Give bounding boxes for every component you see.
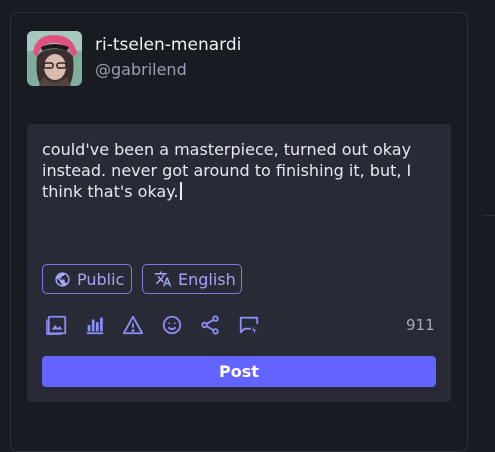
translate-icon bbox=[154, 270, 172, 288]
language-label: English bbox=[178, 269, 236, 289]
poll-chart-icon bbox=[84, 314, 106, 336]
content-warning-button[interactable] bbox=[122, 314, 144, 336]
post-text: could've been a masterpiece, turned out … bbox=[42, 140, 417, 201]
post-button[interactable]: Post bbox=[42, 356, 436, 387]
post-text-area[interactable]: could've been a masterpiece, turned out … bbox=[42, 139, 442, 202]
adjacent-column bbox=[470, 0, 495, 437]
character-counter: 911 bbox=[406, 316, 435, 334]
text-caret bbox=[179, 182, 182, 200]
language-button[interactable]: English bbox=[142, 264, 242, 294]
divider bbox=[483, 215, 495, 216]
add-poll-button[interactable] bbox=[84, 314, 106, 336]
share-icon bbox=[199, 314, 221, 336]
visibility-button[interactable]: Public bbox=[42, 264, 132, 294]
smiley-icon bbox=[161, 314, 183, 336]
add-media-button[interactable] bbox=[46, 314, 68, 336]
avatar[interactable] bbox=[27, 31, 82, 86]
visibility-label: Public bbox=[77, 269, 125, 289]
user-handle: @gabrilend bbox=[95, 60, 187, 79]
display-name: ri-tselen-menardi bbox=[95, 35, 242, 55]
image-icon bbox=[46, 314, 68, 336]
share-button[interactable] bbox=[199, 314, 221, 336]
comment-flash-icon bbox=[238, 314, 260, 336]
emoji-button[interactable] bbox=[161, 314, 183, 336]
quote-post-button[interactable] bbox=[238, 314, 260, 336]
warning-icon bbox=[122, 314, 144, 336]
globe-icon bbox=[54, 271, 71, 288]
